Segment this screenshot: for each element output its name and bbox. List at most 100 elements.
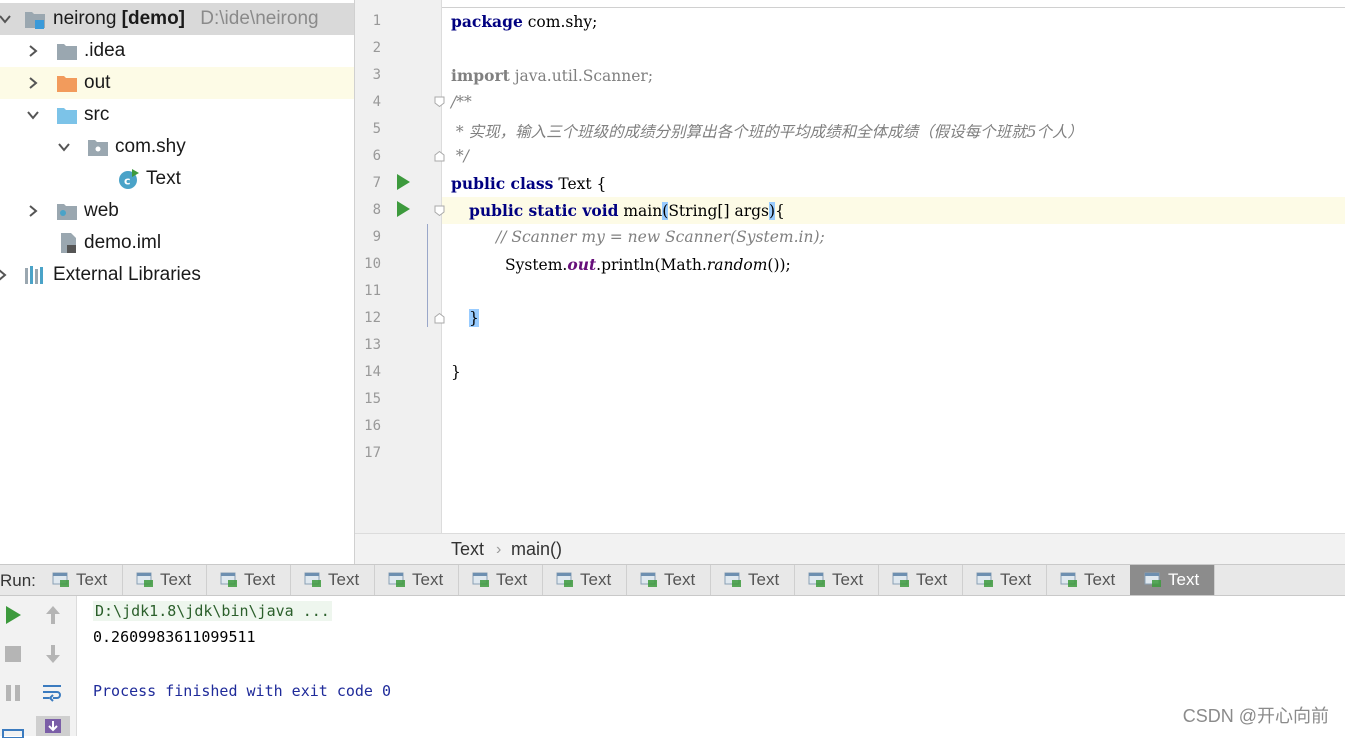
chevron-right-icon[interactable] — [0, 268, 9, 282]
code-text: main — [618, 202, 663, 220]
fold-open-icon[interactable] — [434, 96, 445, 107]
run-config-icon — [52, 572, 70, 588]
run-config-icon — [976, 572, 994, 588]
scroll-down-icon[interactable] — [40, 641, 66, 667]
keyword: package — [451, 12, 523, 31]
code-line-14: } — [451, 363, 461, 381]
run-tab[interactable]: Text — [1046, 565, 1131, 595]
code-text: java.util.Scanner; — [509, 67, 654, 85]
module-folder-icon — [24, 8, 46, 30]
folder-icon — [56, 40, 78, 62]
run-class-icon[interactable] — [397, 174, 410, 190]
scroll-to-end-icon[interactable] — [36, 716, 70, 736]
tree-item-iml[interactable]: demo.iml — [0, 227, 354, 259]
run-tab[interactable]: Text — [122, 565, 207, 595]
run-tab-label: Text — [76, 570, 108, 589]
run-tab[interactable]: Text — [962, 565, 1047, 595]
run-config-icon — [1060, 572, 1078, 588]
fold-open-icon[interactable] — [434, 205, 445, 216]
run-tab-label: Text — [580, 570, 612, 589]
tree-item-external-libraries[interactable]: External Libraries — [0, 259, 354, 291]
editor-breadcrumb: Text › main() — [355, 533, 1345, 564]
run-config-icon — [388, 572, 406, 588]
run-main-icon[interactable] — [397, 201, 410, 217]
tree-item-web[interactable]: web — [0, 195, 354, 227]
run-tab-label: Text — [832, 570, 864, 589]
rerun-icon[interactable] — [0, 602, 26, 628]
stop-icon[interactable] — [0, 641, 26, 667]
tree-item-label: demo.iml — [84, 232, 162, 253]
run-label: Run: — [0, 571, 36, 590]
method-scope-line — [427, 224, 428, 327]
run-config-icon — [556, 572, 574, 588]
chevron-down-icon[interactable] — [0, 12, 12, 26]
chevron-down-icon[interactable] — [57, 140, 71, 154]
run-config-icon — [472, 572, 490, 588]
run-tab[interactable]: Text — [878, 565, 963, 595]
run-tab[interactable]: Text — [206, 565, 291, 595]
chevron-right-icon[interactable] — [26, 76, 40, 90]
keyword: public static void — [469, 201, 619, 220]
run-tab[interactable]: Text — [458, 565, 543, 595]
restore-layout-icon[interactable] — [0, 718, 26, 744]
breadcrumb-separator-icon: › — [496, 540, 502, 558]
pause-icon[interactable] — [0, 680, 26, 706]
static-field: out — [567, 255, 597, 274]
run-tab[interactable]: Text — [38, 565, 123, 595]
scroll-up-icon[interactable] — [40, 602, 66, 628]
run-config-icon — [724, 572, 742, 588]
run-tab[interactable]: Text — [710, 565, 795, 595]
line-number: 8 — [372, 202, 381, 218]
soft-wrap-icon[interactable] — [40, 680, 66, 706]
run-tab-label: Text — [160, 570, 192, 589]
tree-item-package[interactable]: com.shy — [0, 131, 354, 163]
run-tab-bar: Run: Text Text Text Text Text Text Text Text Tex… — [0, 564, 1345, 596]
tree-item-src[interactable]: src — [0, 99, 354, 131]
run-tab-label: Text — [748, 570, 780, 589]
code-text: ()); — [767, 256, 791, 274]
tree-item-class[interactable]: c Text — [0, 163, 354, 195]
fold-close-icon[interactable] — [434, 313, 445, 324]
fold-close-icon[interactable] — [434, 151, 445, 162]
code-text: { — [775, 202, 785, 220]
tree-item-idea[interactable]: .idea — [0, 35, 354, 67]
chevron-right-icon[interactable] — [26, 44, 40, 58]
breadcrumb-method[interactable]: main() — [511, 539, 562, 560]
breadcrumb-class[interactable]: Text — [451, 539, 484, 560]
console-command-line[interactable]: D:\jdk1.8\jdk\bin\java ... — [93, 601, 332, 621]
static-method: random — [706, 256, 768, 274]
code-line-5: * 实现，输入三个班级的成绩分别算出各个班的平均成绩和全体成绩（假设每个班就5个… — [451, 123, 1083, 141]
run-tab-label: Text — [916, 570, 948, 589]
iml-file-icon — [58, 232, 80, 254]
run-tab-label: Text — [1084, 570, 1116, 589]
tree-row-root[interactable]: neirong [demo] D:\ide\neirong — [0, 3, 354, 35]
line-number: 15 — [364, 391, 381, 407]
line-number: 1 — [372, 13, 381, 29]
run-config-icon — [640, 572, 658, 588]
code-line-4: /** — [451, 93, 472, 111]
run-tab[interactable]: Text — [794, 565, 879, 595]
run-tab[interactable]: Text — [290, 565, 375, 595]
code-text: com.shy; — [522, 13, 598, 31]
code-editor[interactable]: 1 2 3 4 5 6 7 8 9 10 11 12 13 14 15 16 1… — [355, 0, 1345, 564]
source-folder-icon — [56, 104, 78, 126]
code-line-3: import java.util.Scanner; — [451, 66, 653, 85]
chevron-right-icon[interactable] — [26, 204, 40, 218]
run-tab[interactable]: Text — [374, 565, 459, 595]
line-number: 2 — [372, 40, 381, 56]
code-text: Text { — [553, 175, 607, 193]
chevron-down-icon[interactable] — [26, 108, 40, 122]
run-tab[interactable]: Text — [542, 565, 627, 595]
line-number: 17 — [364, 445, 381, 461]
line-number: 9 — [372, 229, 381, 245]
run-tab[interactable]: Text — [1130, 565, 1215, 595]
line-number: 13 — [364, 337, 381, 353]
run-console[interactable]: D:\jdk1.8\jdk\bin\java ... 0.26099836110… — [77, 596, 1345, 736]
keyword: public class — [451, 174, 554, 193]
run-tab[interactable]: Text — [626, 565, 711, 595]
java-class-run-icon: c — [118, 168, 140, 190]
run-config-icon — [304, 572, 322, 588]
line-number: 16 — [364, 418, 381, 434]
tree-item-out[interactable]: out — [0, 67, 354, 99]
project-name: neirong — [53, 8, 117, 29]
